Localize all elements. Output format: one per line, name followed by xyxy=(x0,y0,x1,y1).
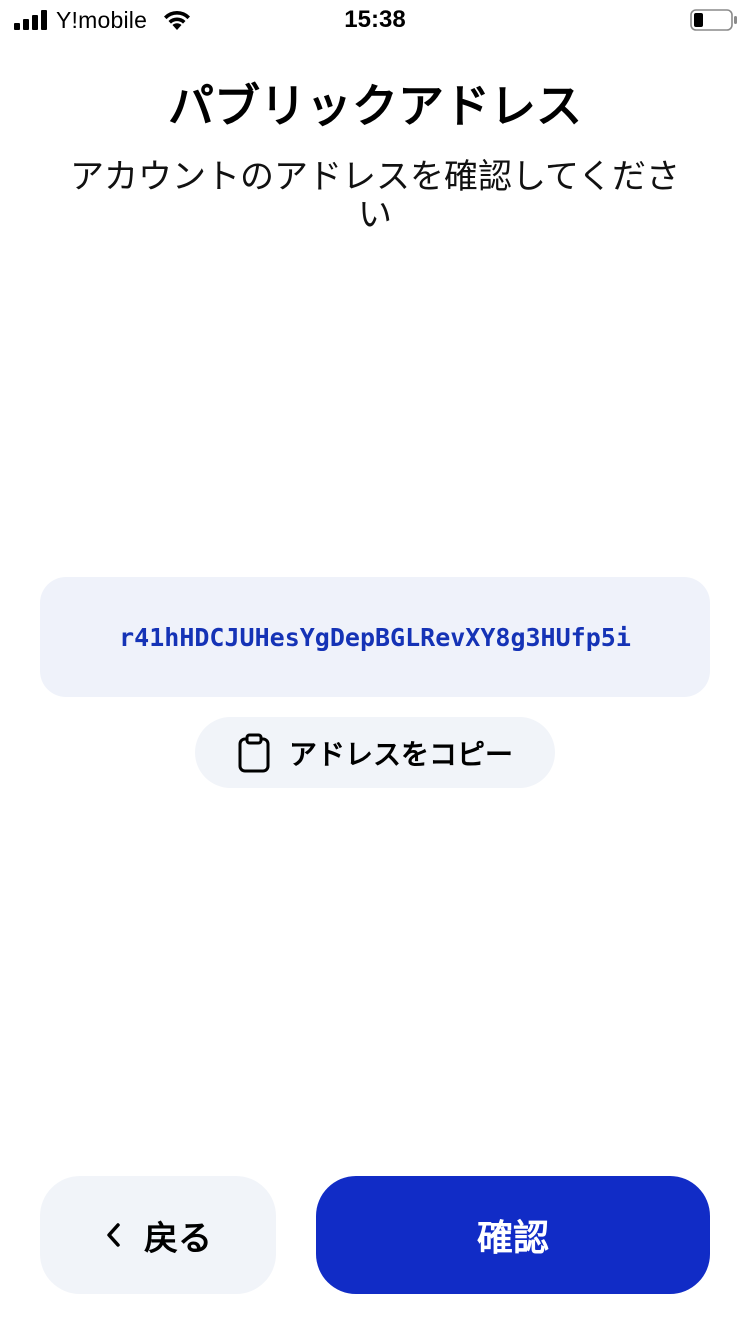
confirm-button[interactable]: 確認 xyxy=(316,1176,710,1294)
back-label: 戻る xyxy=(144,1218,212,1259)
copy-address-button[interactable]: アドレスをコピー xyxy=(195,717,555,788)
chevron-left-icon xyxy=(107,1223,120,1247)
address-card: r41hHDCJUHesYgDepBGLRevXY8g3HUfp5i xyxy=(40,577,710,697)
back-button[interactable]: 戻る xyxy=(40,1176,276,1294)
page-title: パブリックアドレス xyxy=(168,79,582,133)
page-subtitle: アカウントのアドレスを確認してください xyxy=(70,157,680,235)
status-time: 15:38 xyxy=(344,6,406,33)
confirm-label: 確認 xyxy=(476,1218,549,1259)
status-bar: Y!mobile 15:38 xyxy=(0,0,750,40)
copy-address-label: アドレスをコピー xyxy=(288,737,513,771)
clipboard-icon xyxy=(238,733,270,772)
battery-icon xyxy=(690,9,737,31)
public-address-value: r41hHDCJUHesYgDepBGLRevXY8g3HUfp5i xyxy=(119,622,631,652)
